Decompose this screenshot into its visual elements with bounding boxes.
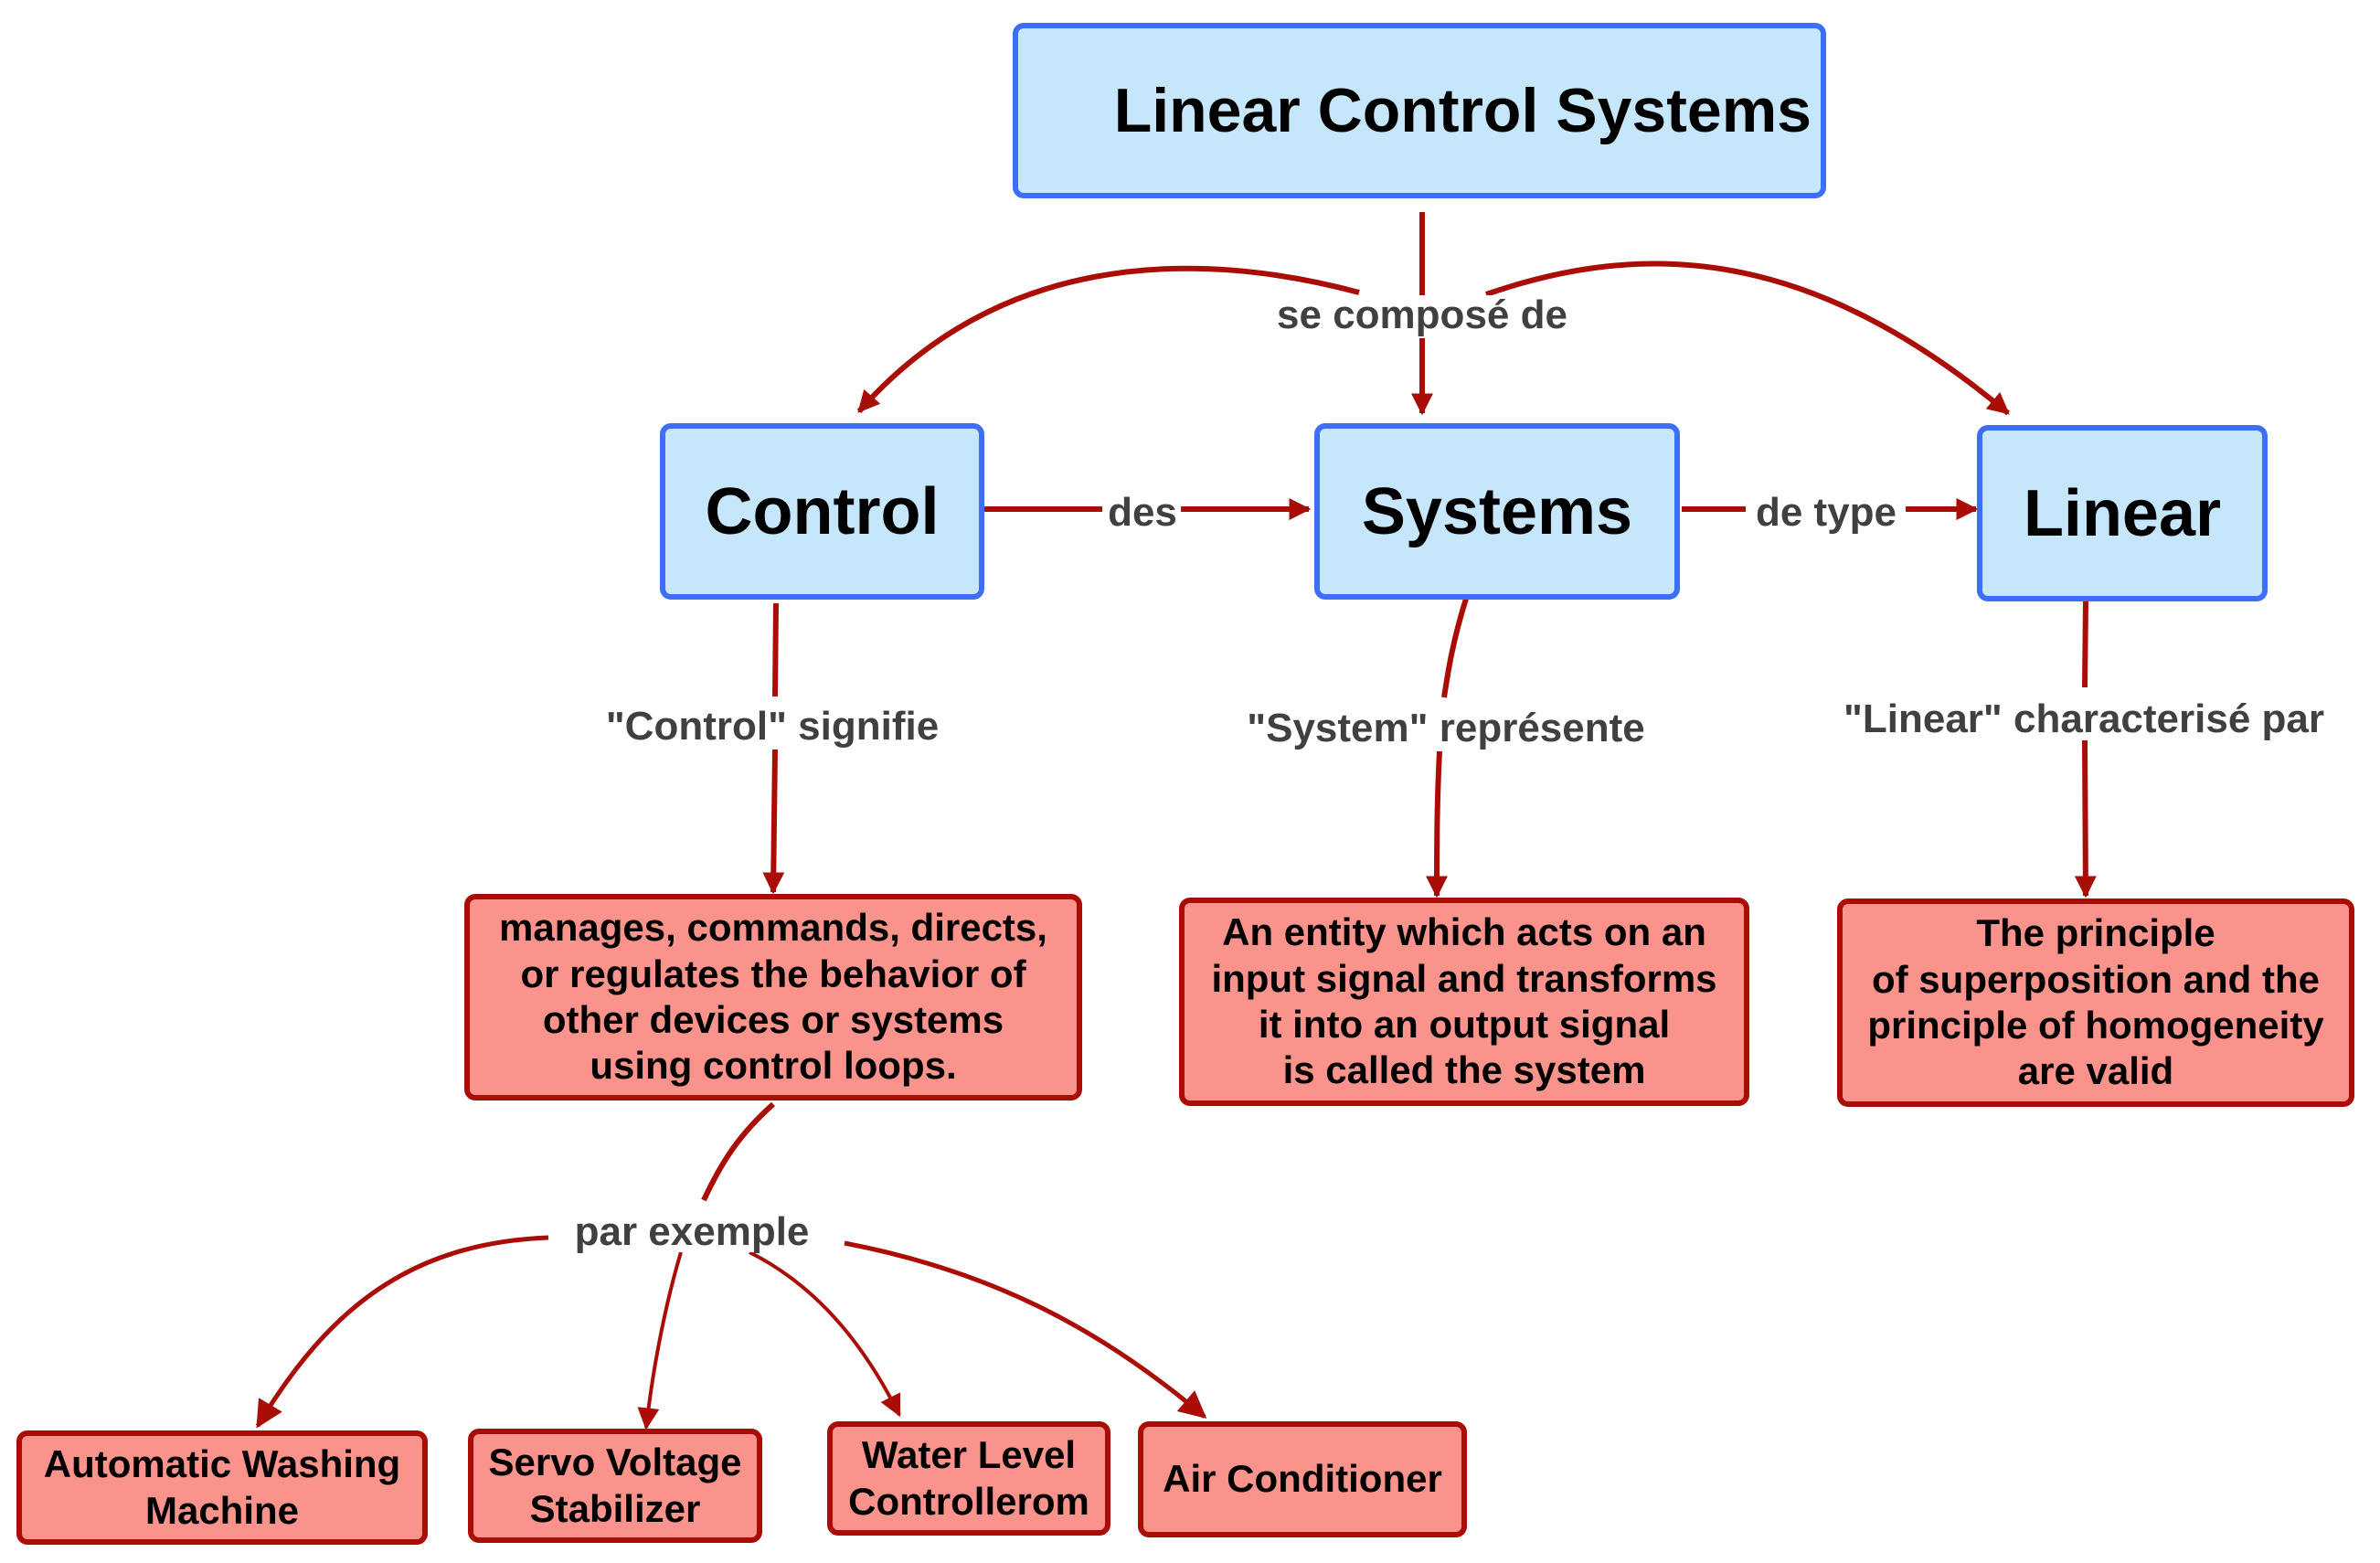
node-example-air-conditioner-label: Air Conditioner <box>1163 1457 1442 1501</box>
node-control-label: Control <box>705 474 940 548</box>
edge-def-parexemple <box>701 1101 775 1202</box>
node-control-definition-label: manages, commands, directs, or regulates… <box>499 906 1047 1088</box>
link-label-compose: se composé de <box>1268 295 1577 335</box>
node-example-water-level[interactable]: Water Level Controllerom <box>827 1421 1110 1536</box>
node-example-washing-machine[interactable]: Automatic Washing Machine <box>16 1430 428 1545</box>
node-example-washing-machine-label: Automatic Washing Machine <box>43 1442 401 1532</box>
node-system-definition-label: An entity which acts on an input signal … <box>1211 910 1717 1092</box>
node-linear-definition[interactable]: The principle of superposition and the p… <box>1837 898 2354 1107</box>
edge-compose-control <box>856 265 1360 413</box>
edge-control-signifie <box>772 602 779 697</box>
edge-ex-water <box>749 1250 901 1418</box>
link-label-system-represente: "System" représente <box>1238 708 1654 749</box>
edge-char-def <box>2074 739 2097 898</box>
edge-ex-servo <box>637 1251 683 1430</box>
link-label-de-type: de type <box>1751 493 1901 533</box>
edge-systems-represente <box>1441 598 1469 698</box>
node-root-label: Linear Control Systems <box>1113 76 1812 145</box>
edge-ex-ac <box>844 1240 1207 1419</box>
node-system-definition[interactable]: An entity which acts on an input signal … <box>1179 898 1749 1106</box>
edge-linear-char <box>2082 600 2088 688</box>
edge-compose-linear <box>1485 260 2010 416</box>
node-systems-label: Systems <box>1361 474 1633 548</box>
node-example-air-conditioner[interactable]: Air Conditioner <box>1138 1421 1467 1537</box>
node-example-water-level-label: Water Level Controllerom <box>848 1433 1089 1523</box>
edge-signifie-def <box>762 749 785 895</box>
link-label-des: des <box>1104 493 1181 533</box>
link-label-control-signifie: "Control" signifie <box>596 707 949 747</box>
node-linear[interactable]: Linear <box>1977 425 2268 601</box>
link-label-par-exemple: par exemple <box>565 1212 819 1252</box>
node-linear-definition-label: The principle of superposition and the p… <box>1867 911 2324 1093</box>
edges-layer <box>255 212 2097 1430</box>
link-label-linear-characterise: "Linear" characterisé par <box>1834 699 2333 739</box>
edge-represente-def <box>1426 750 1449 898</box>
edge-ex-washing <box>255 1235 549 1429</box>
node-systems[interactable]: Systems <box>1314 423 1680 600</box>
node-control-definition[interactable]: manages, commands, directs, or regulates… <box>464 894 1082 1100</box>
node-linear-label: Linear <box>2023 476 2222 550</box>
node-example-servo-stabilizer[interactable]: Servo Voltage Stabilizer <box>468 1429 762 1543</box>
node-root[interactable]: Linear Control Systems <box>1013 23 1826 198</box>
node-control[interactable]: Control <box>660 423 984 600</box>
node-example-servo-stabilizer-label: Servo Voltage Stabilizer <box>488 1441 742 1530</box>
